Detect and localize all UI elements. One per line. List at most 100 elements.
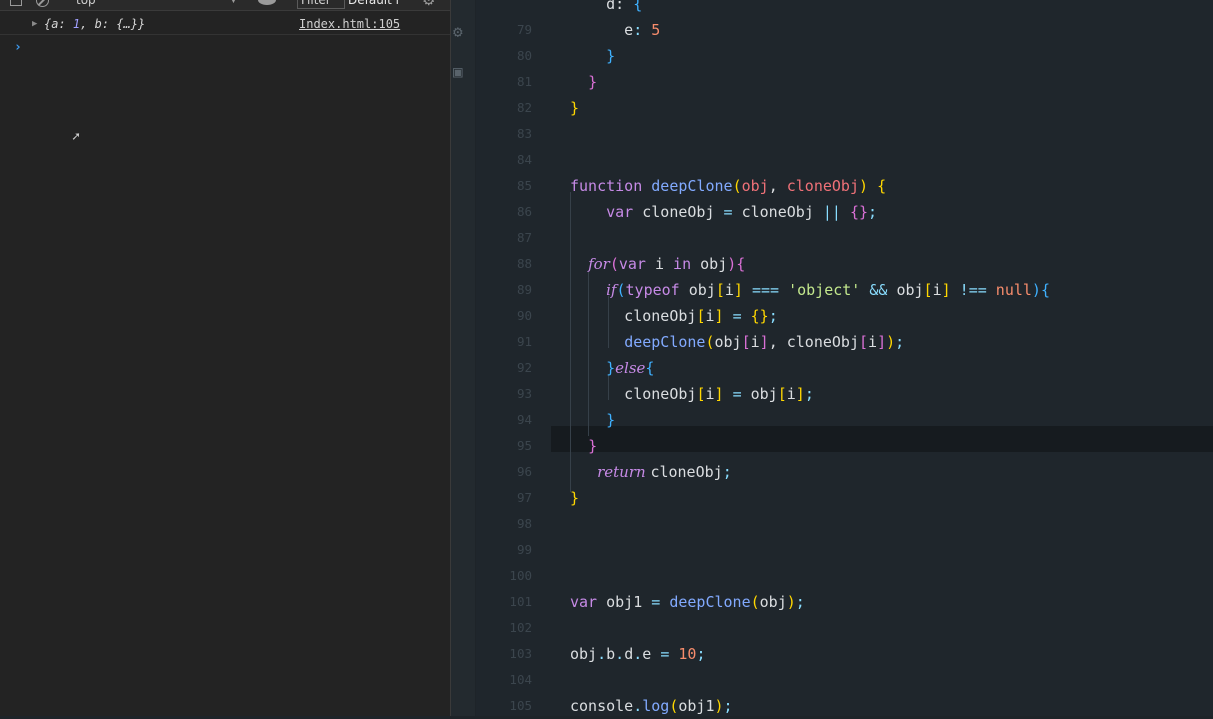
code-line[interactable]: 82} bbox=[476, 95, 1213, 121]
code-text[interactable]: } bbox=[570, 43, 615, 69]
code-text[interactable]: } bbox=[570, 433, 597, 459]
code-line[interactable]: 90 cloneObj[i] = {}; bbox=[476, 303, 1213, 329]
code-text[interactable]: } bbox=[570, 69, 597, 95]
code-token: else bbox=[615, 359, 646, 377]
code-token: ] bbox=[795, 385, 805, 403]
code-line[interactable]: 102 bbox=[476, 615, 1213, 641]
eye-icon[interactable] bbox=[258, 0, 276, 5]
code-line[interactable]: 103 obj.b.d.e = 10; bbox=[476, 641, 1213, 667]
code-text[interactable]: function deepClone(obj, cloneObj) { bbox=[570, 173, 886, 199]
code-text[interactable]: cloneObj[i] = obj[i]; bbox=[570, 381, 814, 407]
code-line[interactable]: 91 deepClone(obj[i], cloneObj[i]); bbox=[476, 329, 1213, 355]
code-line[interactable]: 80 } bbox=[476, 43, 1213, 69]
code-text[interactable]: if(typeof obj[i] === 'object' && obj[i] … bbox=[570, 277, 1050, 303]
code-token: [ bbox=[923, 281, 933, 299]
code-line[interactable]: 79 e: 5 bbox=[476, 17, 1213, 43]
code-line[interactable]: 92 }else{ bbox=[476, 355, 1213, 381]
code-line[interactable]: d: { bbox=[476, 0, 1213, 17]
code-text[interactable]: } bbox=[570, 407, 615, 433]
log-levels-dropdown[interactable]: Default l bbox=[348, 0, 399, 10]
code-token: obj bbox=[896, 281, 924, 299]
console-log-message: ▶ {a: 1, b: {…}} Index.html:105 bbox=[0, 14, 450, 35]
sidebar-toggle-icon[interactable] bbox=[10, 0, 22, 6]
code-editor[interactable]: d: {79 e: 5 80 } 81 } 82} 83 84 85 function dee… bbox=[476, 0, 1213, 716]
code-line[interactable]: 99 bbox=[476, 537, 1213, 563]
code-line[interactable]: 105 console.log(obj1); bbox=[476, 693, 1213, 719]
code-token: ; bbox=[795, 593, 805, 611]
code-line[interactable]: 85 function deepClone(obj, cloneObj) { bbox=[476, 173, 1213, 199]
code-text[interactable]: d: { bbox=[570, 0, 642, 17]
code-token: ) bbox=[714, 697, 724, 715]
code-token: } bbox=[588, 437, 598, 455]
extensions-icon[interactable]: ▣ bbox=[453, 62, 463, 81]
line-number: 102 bbox=[509, 620, 532, 635]
code-line[interactable]: 96 return cloneObj; bbox=[476, 459, 1213, 485]
code-token: deepClone bbox=[651, 177, 733, 195]
filter-input[interactable]: Filter bbox=[297, 0, 345, 9]
code-token: obj bbox=[714, 333, 742, 351]
code-text[interactable]: }else{ bbox=[570, 355, 654, 381]
code-line[interactable]: 87 bbox=[476, 225, 1213, 251]
code-line[interactable]: 98 bbox=[476, 511, 1213, 537]
code-text[interactable]: cloneObj[i] = {}; bbox=[570, 303, 778, 329]
code-line[interactable]: 104 bbox=[476, 667, 1213, 693]
line-number: 89 bbox=[516, 282, 532, 297]
code-text[interactable]: e: 5 bbox=[570, 17, 660, 43]
line-number: 94 bbox=[516, 412, 532, 427]
code-line[interactable]: 101 var obj1 = deepClone(obj); bbox=[476, 589, 1213, 615]
code-text[interactable]: } bbox=[570, 485, 579, 511]
code-text[interactable]: for(var i in obj){ bbox=[570, 251, 745, 277]
code-token: = bbox=[651, 593, 670, 611]
expand-triangle-icon[interactable]: ▶ bbox=[32, 14, 37, 34]
code-token: , bbox=[768, 333, 787, 351]
code-text[interactable]: deepClone(obj[i], cloneObj[i]); bbox=[570, 329, 904, 355]
code-line[interactable]: 84 bbox=[476, 147, 1213, 173]
code-token: ; bbox=[804, 385, 814, 403]
code-token: ] bbox=[941, 281, 960, 299]
code-token: } bbox=[606, 411, 616, 429]
code-line[interactable]: 81 } bbox=[476, 69, 1213, 95]
code-line[interactable]: 100 bbox=[476, 563, 1213, 589]
code-line[interactable]: 94 } bbox=[476, 407, 1213, 433]
line-number: 104 bbox=[509, 672, 532, 687]
code-token: !== bbox=[959, 281, 996, 299]
code-text[interactable]: var cloneObj = cloneObj || {}; bbox=[570, 199, 877, 225]
code-token: ) bbox=[886, 333, 896, 351]
code-token: } bbox=[570, 99, 580, 117]
code-line[interactable]: 86 var cloneObj = cloneObj || {}; bbox=[476, 199, 1213, 225]
code-line[interactable]: 95 } bbox=[476, 433, 1213, 459]
debug-icon[interactable]: ⚙ bbox=[453, 22, 463, 41]
code-token: cloneObj bbox=[642, 203, 724, 221]
code-token: d bbox=[624, 645, 634, 663]
code-text[interactable]: console.log(obj1); bbox=[570, 693, 733, 719]
code-token: {} bbox=[750, 307, 769, 325]
code-token: cloneObj bbox=[570, 385, 697, 403]
code-text[interactable]: obj.b.d.e = 10; bbox=[570, 641, 705, 667]
source-link[interactable]: Index.html:105 bbox=[299, 14, 400, 34]
code-token: . bbox=[597, 645, 607, 663]
clear-console-icon[interactable] bbox=[36, 0, 49, 7]
code-token: { bbox=[877, 177, 887, 195]
code-text[interactable]: } bbox=[570, 95, 579, 121]
code-line[interactable]: 97} bbox=[476, 485, 1213, 511]
code-token: = bbox=[723, 203, 742, 221]
log-token: {a: bbox=[44, 17, 73, 31]
code-line[interactable]: 89 if(typeof obj[i] === 'object' && obj[… bbox=[476, 277, 1213, 303]
gear-icon[interactable]: ⚙ bbox=[422, 0, 435, 10]
code-token: [ bbox=[859, 333, 869, 351]
code-token: cloneObj bbox=[786, 333, 859, 351]
code-token: deepClone bbox=[669, 593, 751, 611]
context-select[interactable]: top bbox=[76, 0, 246, 10]
code-text[interactable]: return cloneObj; bbox=[570, 459, 732, 485]
log-token: , b: {…}} bbox=[80, 17, 146, 31]
code-token: d: bbox=[570, 0, 634, 13]
code-line[interactable]: 83 bbox=[476, 121, 1213, 147]
logged-object-preview[interactable]: {a: 1, b: {…}} bbox=[44, 14, 145, 34]
chevron-down-icon: ▼ bbox=[230, 0, 237, 5]
console-prompt[interactable]: › bbox=[14, 40, 22, 55]
code-text[interactable]: var obj1 = deepClone(obj); bbox=[570, 589, 805, 615]
code-token: obj bbox=[700, 255, 728, 273]
code-line[interactable]: 88 for(var i in obj){ bbox=[476, 251, 1213, 277]
code-line[interactable]: 93 cloneObj[i] = obj[i]; bbox=[476, 381, 1213, 407]
code-token: cloneObj bbox=[741, 203, 823, 221]
